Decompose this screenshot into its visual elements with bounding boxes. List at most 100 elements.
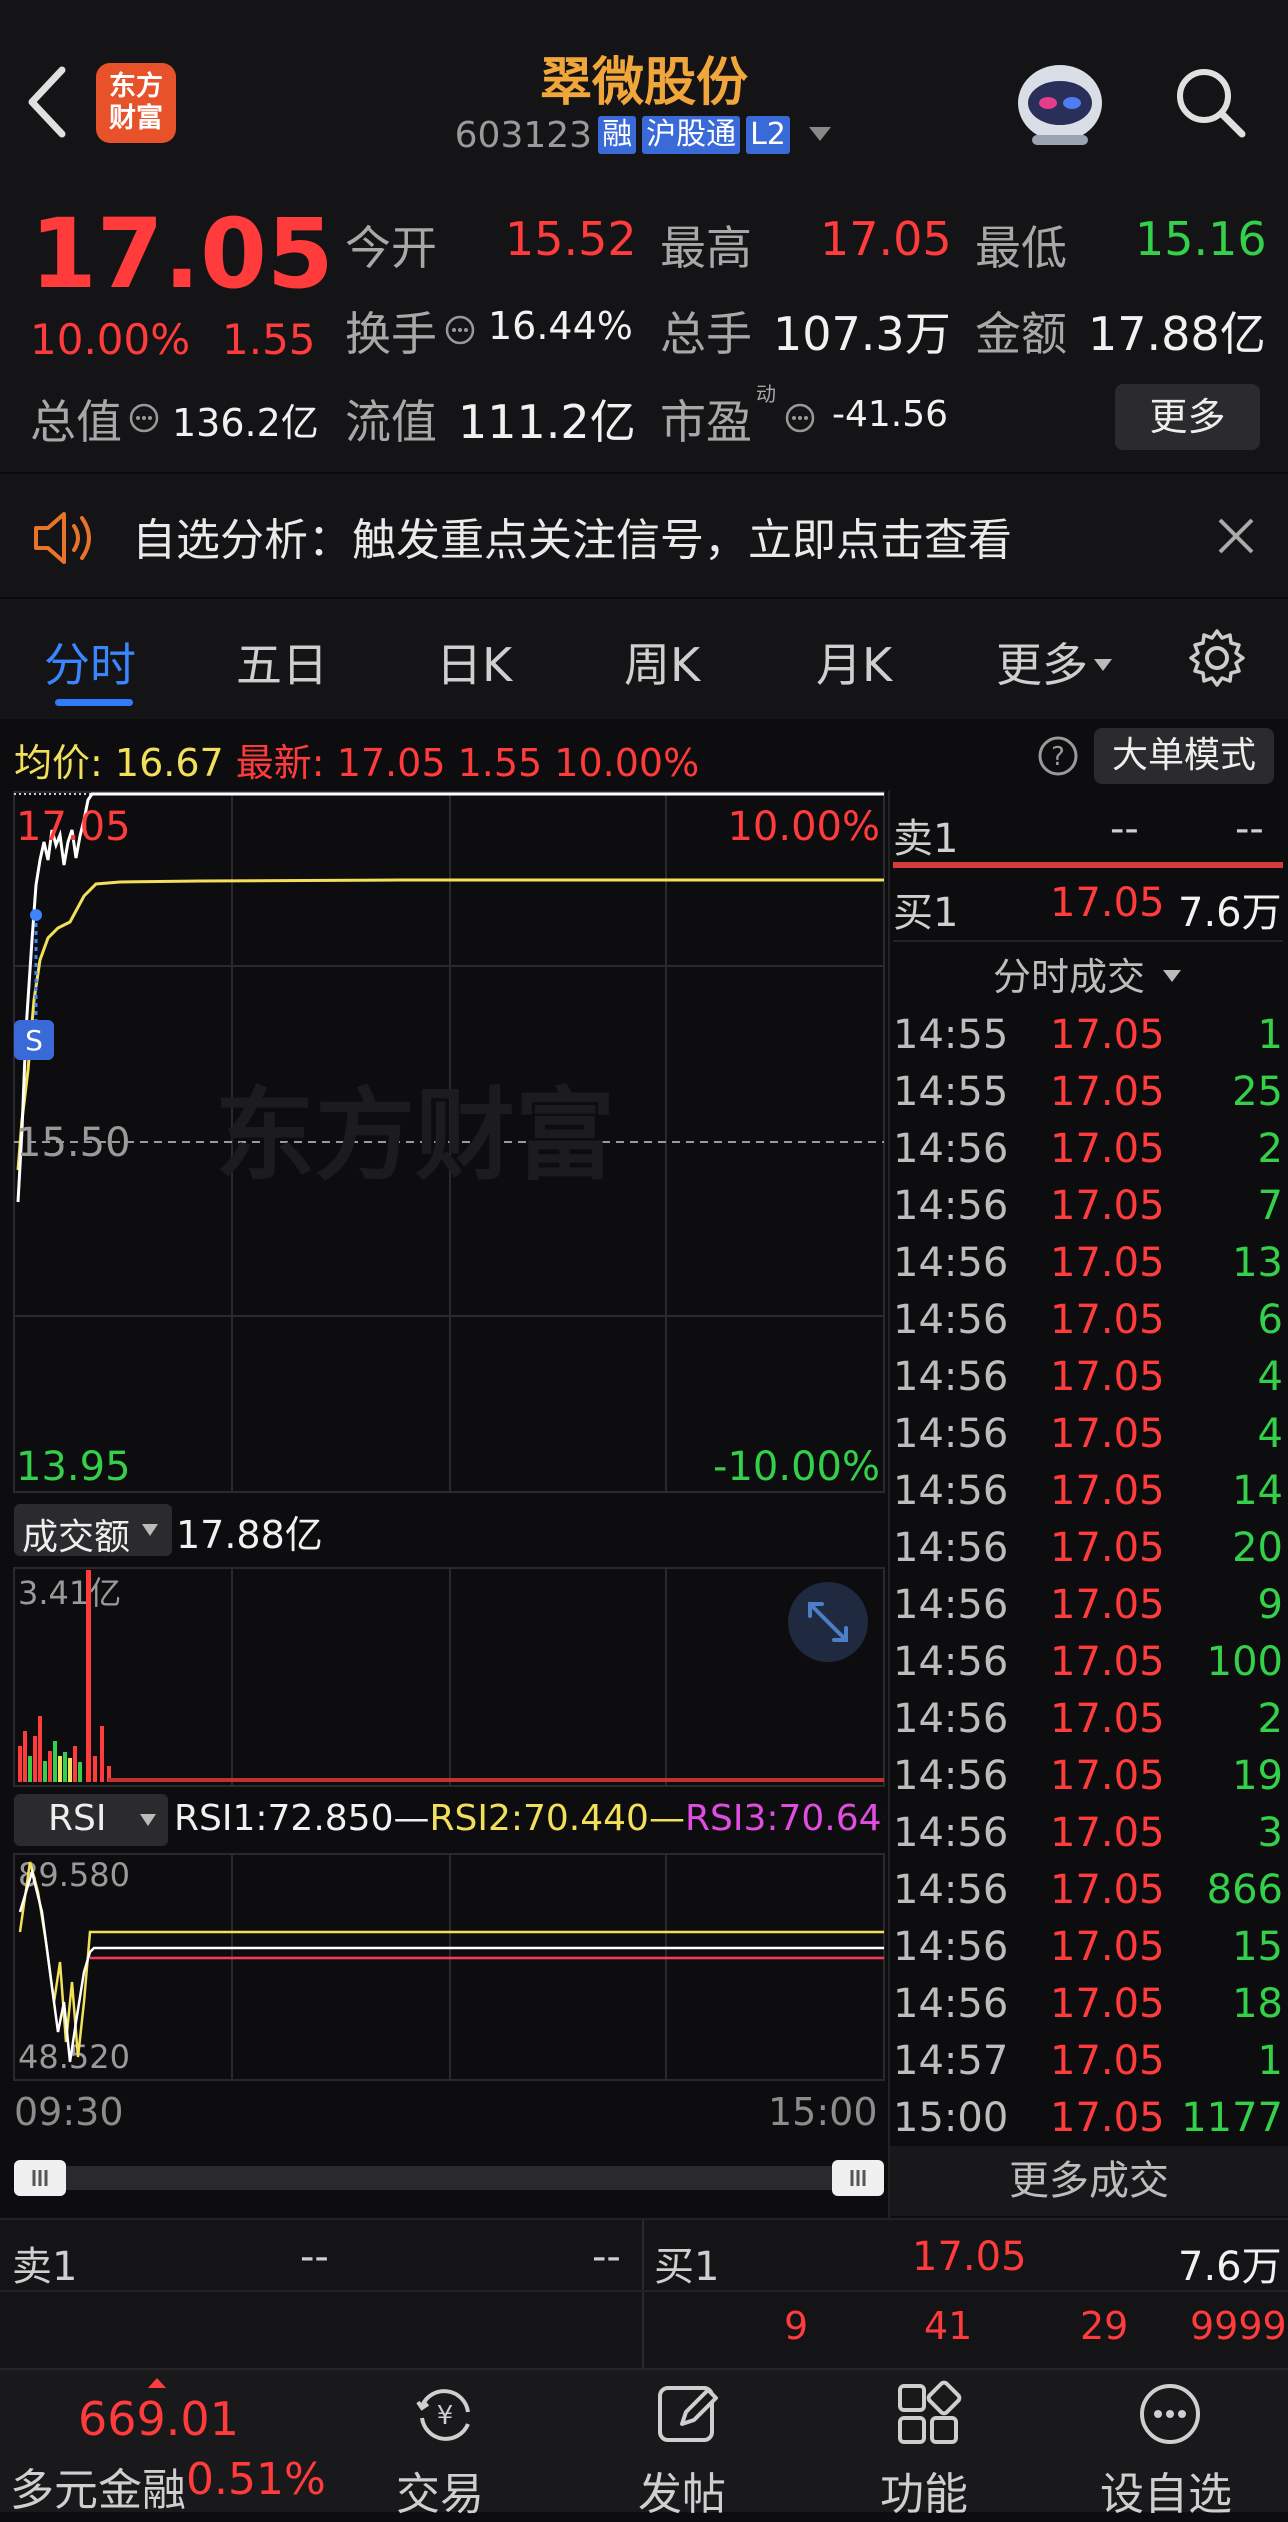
nav-add-watchlist[interactable]: 设自选 bbox=[1076, 2370, 1256, 2520]
side-sell1-price: -- bbox=[1110, 806, 1139, 852]
trade-row: 14:56 17.05 7 bbox=[893, 1183, 1283, 1240]
trade-row: 14:56 17.05 2 bbox=[893, 1696, 1283, 1753]
trade-price: 17.05 bbox=[1050, 1126, 1165, 1172]
rsi2-line bbox=[18, 1861, 884, 2058]
range-slider-left-handle[interactable] bbox=[14, 2160, 66, 2196]
tag-l2: L2 bbox=[746, 116, 790, 154]
trade-row: 14:56 17.05 2 bbox=[893, 1126, 1283, 1183]
analysis-banner[interactable]: 自选分析：触发重点关注信号，立即点击查看 bbox=[0, 472, 1288, 599]
trade-row: 14:56 17.05 6 bbox=[893, 1297, 1283, 1354]
trade-marker-dot bbox=[30, 909, 42, 921]
search-icon[interactable] bbox=[1170, 62, 1250, 142]
more-button[interactable]: 更多 bbox=[1115, 384, 1260, 450]
trades-header[interactable]: 分时成交 bbox=[893, 946, 1283, 1006]
nav-post[interactable]: 发帖 bbox=[592, 2370, 772, 2520]
panel-divider bbox=[888, 790, 890, 2218]
rsi1-value: RSI1:72.850 bbox=[174, 1798, 394, 1839]
y-bottom-label: 13.95 bbox=[16, 1444, 131, 1490]
volume-indicator-select[interactable]: 成交额 bbox=[14, 1504, 172, 1558]
trade-time: 14:56 bbox=[893, 1411, 1009, 1457]
latest-change: 1.55 bbox=[457, 741, 543, 785]
robot-assistant-icon[interactable] bbox=[1010, 55, 1110, 150]
trade-row: 15:00 17.05 1177 bbox=[893, 2095, 1283, 2152]
trade-time: 14:57 bbox=[893, 2038, 1009, 2084]
speaker-icon bbox=[34, 512, 91, 564]
book-sell1-volume: -- bbox=[592, 2234, 621, 2280]
dropdown-triangle-icon bbox=[1094, 659, 1112, 671]
stock-code: 603123 bbox=[454, 115, 593, 156]
trade-row: 14:56 17.05 9 bbox=[893, 1582, 1283, 1639]
info-circle-icon[interactable] bbox=[128, 402, 160, 434]
pe-value: -41.56 bbox=[832, 394, 949, 435]
rsi2-value: RSI2:70.440 bbox=[429, 1798, 649, 1839]
trade-row: 14:57 17.05 1 bbox=[893, 2038, 1283, 2095]
trade-time: 14:56 bbox=[893, 1354, 1009, 1400]
trade-price: 17.05 bbox=[1050, 1297, 1165, 1343]
tab-daily-k[interactable]: 日K bbox=[436, 629, 512, 695]
trade-row: 14:56 17.05 100 bbox=[893, 1639, 1283, 1696]
trade-volume: 4 bbox=[1257, 1411, 1283, 1457]
trade-row: 14:56 17.05 13 bbox=[893, 1240, 1283, 1297]
yuan-exchange-icon: ¥ bbox=[416, 2389, 470, 2441]
avg-label: 均价: bbox=[14, 741, 103, 785]
nav-trade[interactable]: ¥ 交易 bbox=[350, 2370, 530, 2520]
info-circle-icon[interactable] bbox=[784, 402, 816, 434]
tab-weekly-k[interactable]: 周K bbox=[624, 629, 700, 695]
range-slider-track[interactable] bbox=[14, 2166, 884, 2190]
big-order-mode-button[interactable]: 大单模式 bbox=[1094, 728, 1274, 784]
mktcap-label: 总值 bbox=[30, 395, 122, 449]
quote-panel: 17.05 10.00% 1.55 今开 15.52 最高 17.05 最低 1… bbox=[0, 180, 1288, 472]
tab-monthly-k[interactable]: 月K bbox=[816, 629, 892, 695]
volume-label: 总手 bbox=[660, 307, 752, 361]
info-circle-icon[interactable] bbox=[444, 314, 476, 346]
intraday-price-chart[interactable]: 东方财富 S 17.05 15.50 13.95 10.00% -10.00% bbox=[0, 790, 888, 1500]
rsi3-value: RSI3:70.640 bbox=[684, 1798, 884, 1839]
trade-price: 17.05 bbox=[1050, 1468, 1165, 1514]
rsi-chart[interactable]: 89.580 48.520 bbox=[0, 1852, 888, 2082]
book-divider bbox=[642, 2220, 644, 2368]
watermark: 东方财富 bbox=[215, 1077, 615, 1194]
trade-price: 17.05 bbox=[1050, 2038, 1165, 2084]
trade-price: 17.05 bbox=[1050, 1354, 1165, 1400]
order-book: 卖1 -- -- 买1 17.05 7.6万 9 41 29 9999 bbox=[0, 2218, 1288, 2368]
tab-five-day[interactable]: 五日 bbox=[236, 629, 328, 695]
tag-margin: 融 bbox=[598, 116, 637, 154]
book-sell1-label: 卖1 bbox=[12, 2244, 78, 2290]
trade-time: 14:56 bbox=[893, 1525, 1009, 1571]
time-start-label: 09:30 bbox=[14, 2090, 124, 2134]
volume-chart[interactable]: 3.41亿 bbox=[0, 1566, 888, 1788]
more-trades-button[interactable]: 更多成交 bbox=[890, 2146, 1288, 2216]
tab-more-label: 更多 bbox=[996, 638, 1088, 692]
trade-row: 14:55 17.05 1 bbox=[893, 1012, 1283, 1069]
side-buy1-label: 买1 bbox=[893, 890, 959, 936]
trade-time: 14:55 bbox=[893, 1012, 1009, 1058]
trade-volume: 18 bbox=[1232, 1981, 1283, 2027]
range-slider-right-handle[interactable] bbox=[832, 2160, 884, 2196]
volume-indicator-label: 成交额 bbox=[22, 1517, 131, 1558]
tab-intraday[interactable]: 分时 bbox=[44, 629, 136, 695]
trade-time: 14:56 bbox=[893, 1297, 1009, 1343]
trade-volume: 9 bbox=[1257, 1582, 1283, 1628]
rsi-indicator-label: RSI bbox=[48, 1798, 107, 1839]
volume-ymax-label: 3.41亿 bbox=[18, 1574, 121, 1612]
sector-index-widget[interactable]: 669.01 多元金融 0.51% bbox=[0, 2370, 330, 2516]
trade-row: 14:56 17.05 4 bbox=[893, 1354, 1283, 1411]
bid-ask-ratio-bar bbox=[893, 862, 1283, 868]
bottom-nav: 669.01 多元金融 0.51% ¥ 交易 发帖 功能 设自选 bbox=[0, 2368, 1288, 2520]
rsi-indicator-select[interactable]: RSI bbox=[14, 1794, 168, 1846]
low-label: 最低 bbox=[975, 221, 1067, 275]
tab-more[interactable]: 更多 bbox=[996, 629, 1114, 695]
side-buy1-volume: 7.6万 bbox=[1178, 890, 1282, 936]
trade-volume: 2 bbox=[1257, 1126, 1283, 1172]
trade-volume: 866 bbox=[1206, 1867, 1283, 1913]
settings-gear-icon[interactable] bbox=[1186, 627, 1248, 689]
trade-row: 14:56 17.05 18 bbox=[893, 1981, 1283, 2038]
time-end-label: 15:00 bbox=[768, 2090, 878, 2134]
sell-marker-text: S bbox=[25, 1024, 43, 1057]
sector-index-name: 多元金融 bbox=[10, 2465, 186, 2516]
nav-functions[interactable]: 功能 bbox=[834, 2370, 1014, 2520]
trade-time: 14:56 bbox=[893, 1582, 1009, 1628]
trade-time: 14:56 bbox=[893, 1981, 1009, 2027]
help-icon[interactable]: ? bbox=[1036, 734, 1080, 778]
close-icon[interactable] bbox=[1214, 514, 1258, 558]
